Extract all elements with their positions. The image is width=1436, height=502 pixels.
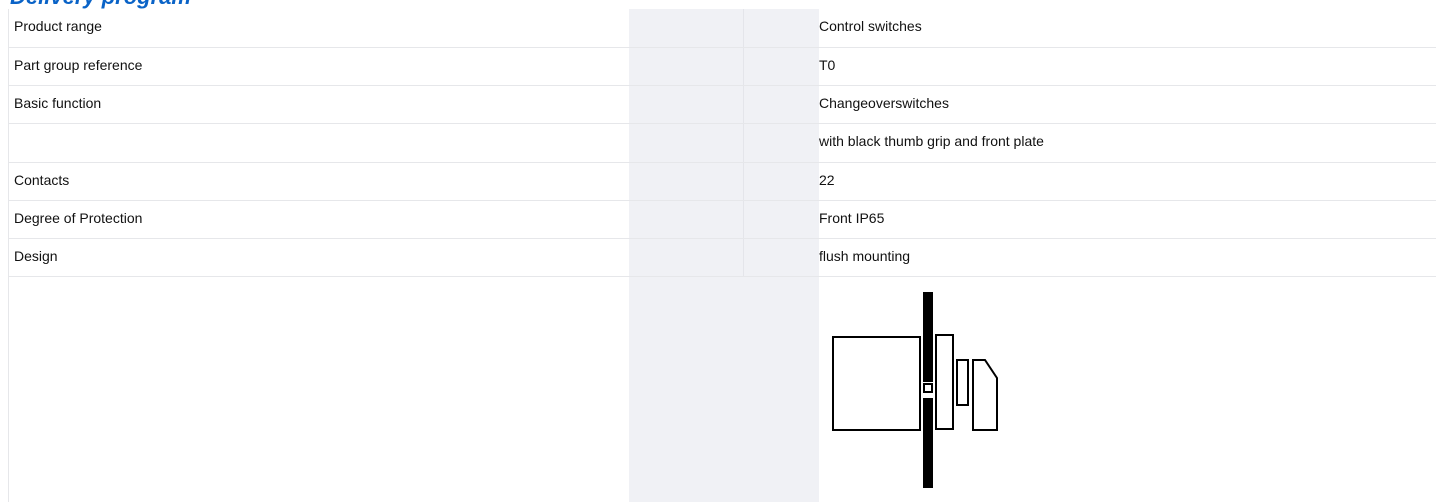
row-value: flush mounting	[819, 248, 911, 264]
table-row-degree-of-protection: Degree of Protection Front IP65	[9, 201, 1436, 239]
row-value: 22	[819, 172, 835, 188]
row-label: Part group reference	[14, 57, 143, 73]
table-row-basic-function: Basic function Changeoverswitches	[9, 86, 1436, 124]
row-label: Degree of Protection	[14, 210, 143, 226]
row-label: Design	[14, 248, 58, 264]
table-row-basic-function-detail: with black thumb grip and front plate	[9, 124, 1436, 163]
row-label: Contacts	[14, 172, 70, 188]
table-row-part-group-reference: Part group reference T0	[9, 48, 1436, 86]
row-value: Front IP65	[819, 210, 885, 226]
delivery-program-page: Delivery program Product range Control s…	[0, 0, 1436, 502]
row-value: with black thumb grip and front plate	[819, 133, 1044, 149]
table-row-contacts: Contacts 22	[9, 163, 1436, 201]
table-row-illustration	[9, 277, 1436, 502]
flush-mounting-diagram-icon	[832, 292, 998, 488]
row-label: Product range	[14, 18, 102, 34]
table-row-product-range: Product range Control switches	[9, 9, 1436, 48]
row-label: Basic function	[14, 95, 102, 111]
row-value: Control switches	[819, 18, 922, 34]
delivery-program-table: Product range Control switches Part grou…	[8, 9, 1436, 502]
row-value: T0	[819, 57, 836, 73]
section-heading: Delivery program	[10, 0, 191, 8]
row-value: Changeoverswitches	[819, 95, 949, 111]
table-row-design: Design flush mounting	[9, 239, 1436, 277]
